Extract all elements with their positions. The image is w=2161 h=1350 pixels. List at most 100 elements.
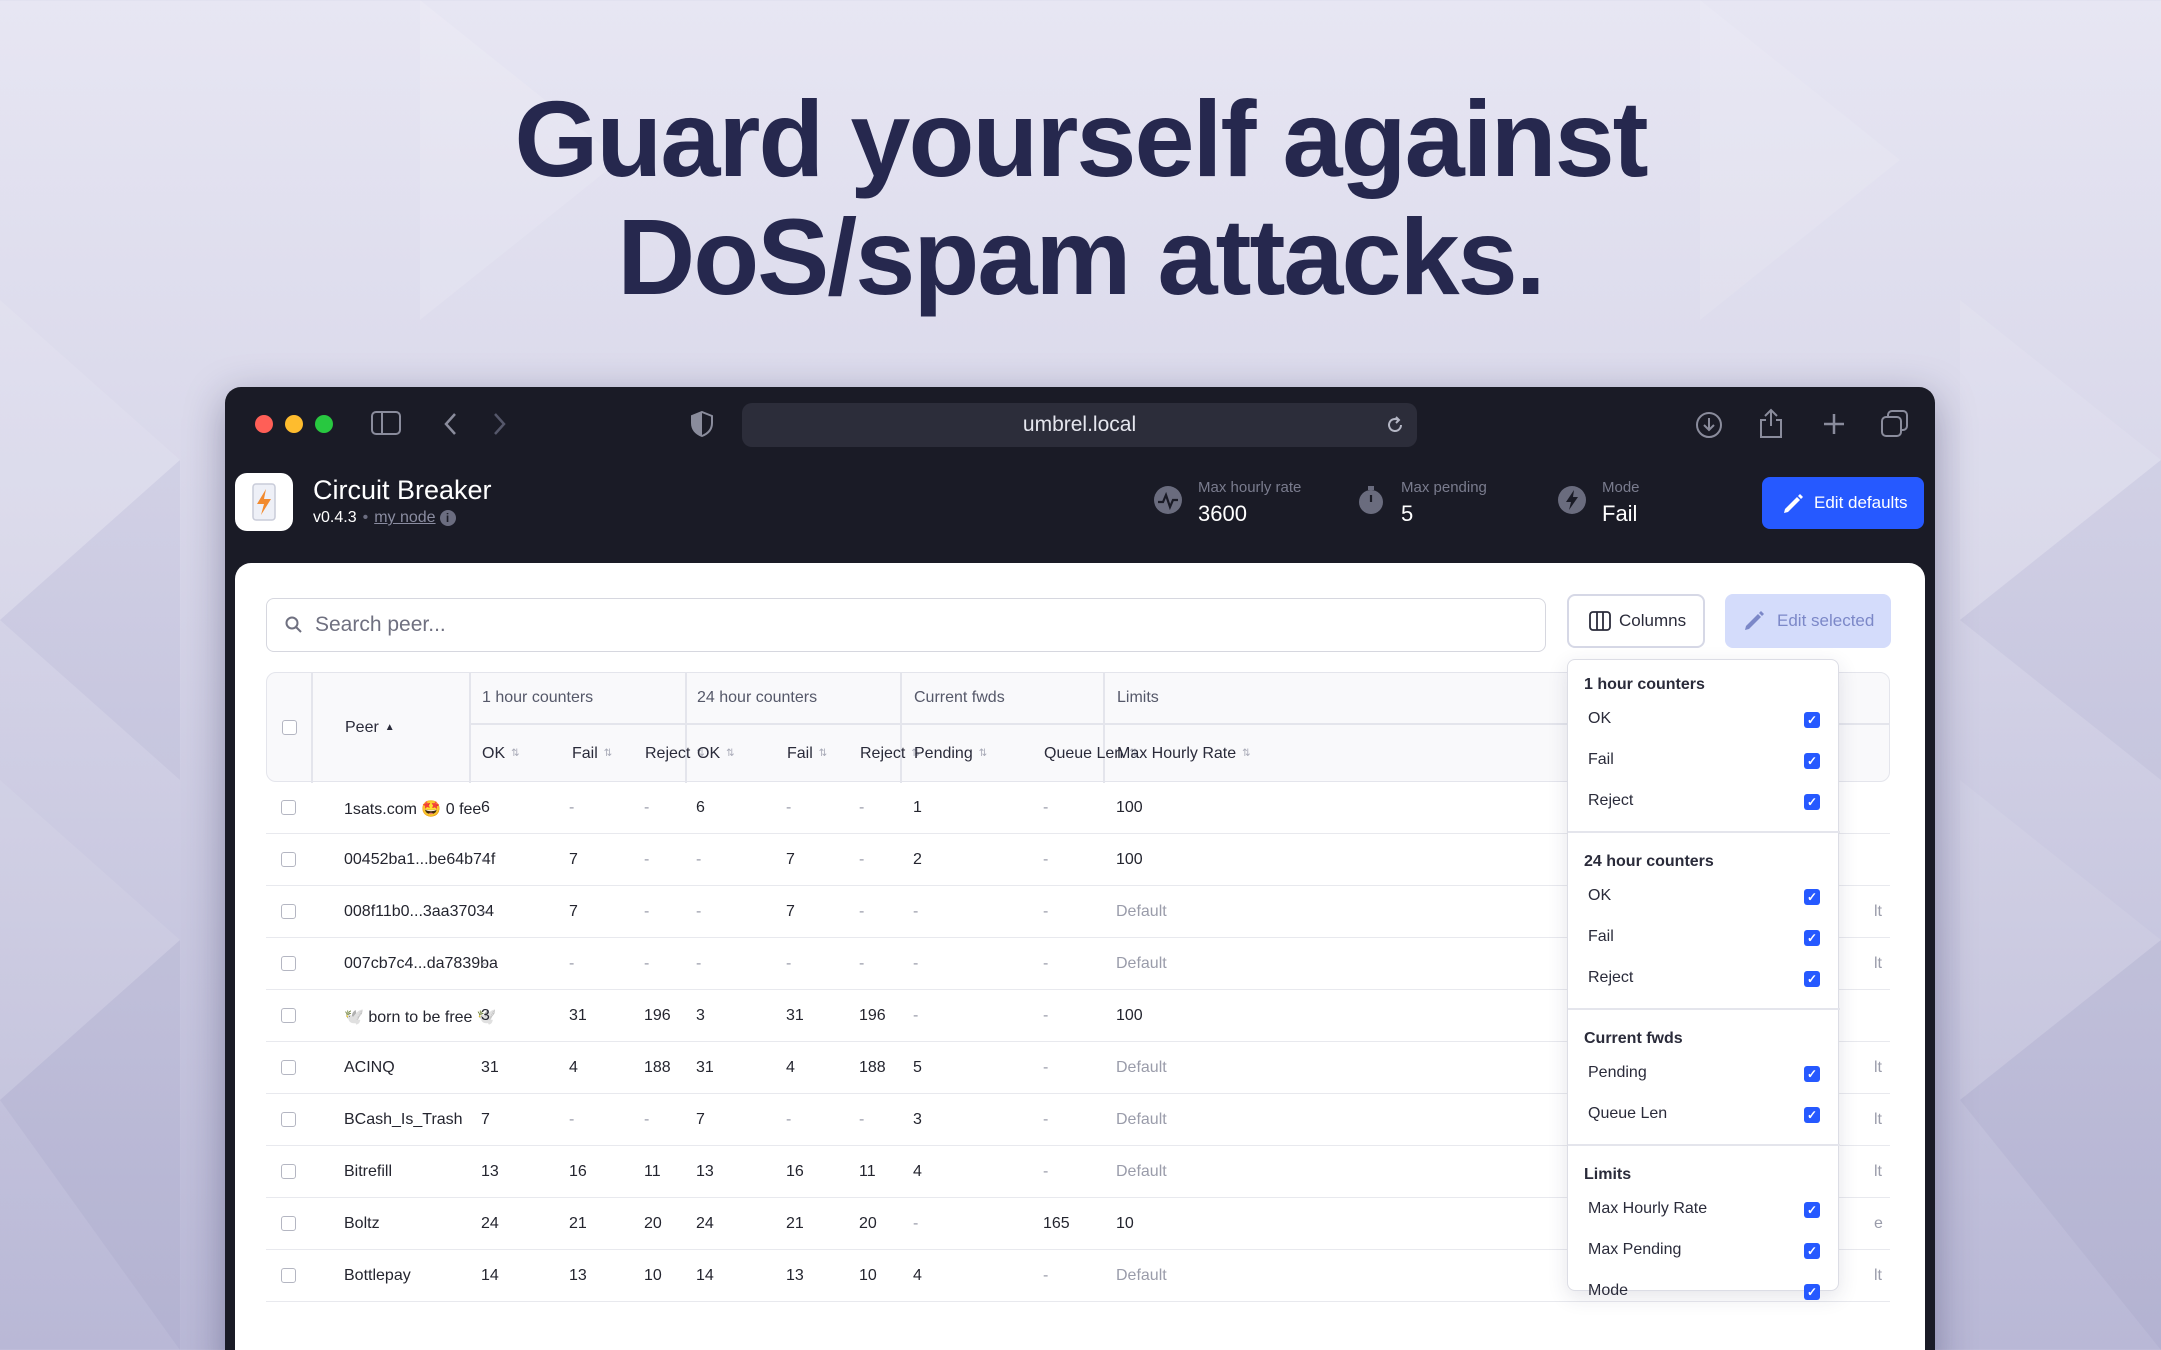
row-checkbox[interactable] — [281, 1216, 296, 1231]
reload-icon[interactable] — [1385, 415, 1405, 435]
checkbox-checked-icon[interactable]: ✓ — [1804, 1107, 1820, 1123]
row-checkbox[interactable] — [281, 1112, 296, 1127]
new-tab-plus-icon[interactable] — [1822, 412, 1846, 436]
edit-defaults-label: Edit defaults — [1814, 493, 1908, 512]
peer-name: 🕊️ born to be free 🕊️ — [344, 1009, 497, 1026]
checkbox-checked-icon[interactable]: ✓ — [1804, 930, 1820, 946]
column-header-24h-ok[interactable]: OK ⇅ — [697, 745, 735, 763]
menu-item-label[interactable]: Fail — [1588, 751, 1614, 769]
stat-value: 5 — [1401, 501, 1414, 526]
close-window-button[interactable] — [255, 415, 273, 433]
search-input[interactable] — [315, 607, 1515, 643]
download-icon[interactable] — [1695, 411, 1723, 439]
table-cell: - — [1043, 1111, 1049, 1128]
clipped-mode-cell: lt — [1874, 1059, 1882, 1076]
column-header-1h-fail[interactable]: Fail ⇅ — [572, 745, 612, 763]
sort-ascending-icon: ▲ — [384, 721, 395, 733]
menu-item-label[interactable]: Pending — [1588, 1064, 1647, 1082]
group-header-limits: Limits — [1117, 689, 1159, 706]
maximize-window-button[interactable] — [315, 415, 333, 433]
tab-overview-icon[interactable] — [1881, 410, 1909, 438]
checkbox-checked-icon[interactable]: ✓ — [1804, 712, 1820, 728]
checkbox-checked-icon[interactable]: ✓ — [1804, 753, 1820, 769]
column-header-1h-ok[interactable]: OK ⇅ — [482, 745, 520, 763]
sidebar-toggle-icon[interactable] — [371, 411, 401, 435]
column-header-pending[interactable]: Pending ⇅ — [914, 745, 987, 763]
info-icon[interactable]: i — [439, 509, 456, 526]
checkbox-checked-icon[interactable]: ✓ — [1804, 794, 1820, 810]
minimize-window-button[interactable] — [285, 415, 303, 433]
table-cell: - — [1043, 1267, 1049, 1284]
table-cell: - — [786, 1111, 792, 1128]
menu-item-label[interactable]: Max Pending — [1588, 1241, 1681, 1259]
table-cell: 24 — [481, 1215, 499, 1232]
table-cell: 31 — [569, 1007, 587, 1024]
app-header: Circuit Breaker v0.4.3 • my node i Max hour… — [225, 463, 1935, 563]
gauge-icon — [1154, 486, 1182, 514]
row-checkbox[interactable] — [281, 1164, 296, 1179]
my-node-link[interactable]: my node — [374, 509, 435, 526]
column-header-24h-reject[interactable]: Reject ⇅ — [860, 745, 920, 763]
table-cell: - — [859, 1111, 865, 1128]
peer-column-header[interactable]: Peer ▲ — [345, 719, 395, 737]
checkbox-checked-icon[interactable]: ✓ — [1804, 971, 1820, 987]
table-cell: 20 — [644, 1215, 662, 1232]
table-cell: - — [569, 799, 575, 816]
menu-divider — [1568, 831, 1840, 833]
checkbox-checked-icon[interactable]: ✓ — [1804, 889, 1820, 905]
table-cell: - — [859, 799, 865, 816]
column-header-max-hourly-rate[interactable]: Max Hourly Rate ⇅ — [1117, 745, 1251, 763]
edit-defaults-button[interactable]: Edit defaults — [1762, 477, 1924, 529]
row-checkbox[interactable] — [281, 800, 296, 815]
menu-item-label[interactable]: OK — [1588, 710, 1611, 728]
column-header-1h-reject[interactable]: Reject ⇅ — [645, 745, 705, 763]
edit-selected-button[interactable]: Edit selected — [1725, 594, 1891, 648]
menu-item-label[interactable]: Mode — [1588, 1282, 1628, 1300]
address-bar[interactable]: umbrel.local — [742, 403, 1417, 447]
table-cell: 11 — [859, 1163, 876, 1180]
pencil-icon — [1745, 611, 1764, 630]
column-header-24h-fail[interactable]: Fail ⇅ — [787, 745, 827, 763]
table-cell: - — [913, 903, 919, 920]
table-cell: 3 — [481, 1007, 490, 1024]
table-cell: 20 — [859, 1215, 877, 1232]
table-cell: - — [913, 955, 919, 972]
checkbox-checked-icon[interactable]: ✓ — [1804, 1202, 1820, 1218]
address-bar-url: umbrel.local — [1022, 413, 1137, 436]
share-icon[interactable] — [1758, 407, 1784, 439]
forward-arrow-icon[interactable] — [491, 412, 507, 436]
sort-icon: ⇅ — [726, 747, 735, 759]
table-cell: 3 — [913, 1111, 922, 1128]
peer-name: Boltz — [344, 1215, 380, 1232]
peer-name: BCash_Is_Trash — [344, 1111, 463, 1128]
table-cell: 14 — [481, 1267, 499, 1284]
row-checkbox[interactable] — [281, 956, 296, 971]
columns-button[interactable]: Columns — [1567, 594, 1705, 648]
table-cell: 11 — [644, 1163, 661, 1180]
menu-item-label[interactable]: Reject — [1588, 969, 1633, 987]
menu-item-label[interactable]: Queue Len — [1588, 1105, 1667, 1123]
menu-item-label[interactable]: Fail — [1588, 928, 1614, 946]
menu-group-title: Current fwds — [1584, 1030, 1683, 1047]
row-checkbox[interactable] — [281, 1008, 296, 1023]
row-checkbox[interactable] — [281, 852, 296, 867]
row-checkbox[interactable] — [281, 1060, 296, 1075]
privacy-shield-icon[interactable] — [691, 411, 713, 437]
checkbox-checked-icon[interactable]: ✓ — [1804, 1066, 1820, 1082]
table-cell: 31 — [481, 1059, 499, 1076]
menu-item-label[interactable]: Max Hourly Rate — [1588, 1200, 1707, 1218]
menu-item-label[interactable]: OK — [1588, 887, 1611, 905]
select-all-checkbox[interactable] — [282, 720, 297, 735]
peer-name: ACINQ — [344, 1059, 395, 1076]
menu-item-label[interactable]: Reject — [1588, 792, 1633, 810]
stat-label: Mode — [1602, 479, 1640, 496]
row-checkbox[interactable] — [281, 904, 296, 919]
checkbox-checked-icon[interactable]: ✓ — [1804, 1284, 1820, 1300]
checkbox-checked-icon[interactable]: ✓ — [1804, 1243, 1820, 1259]
back-arrow-icon[interactable] — [443, 412, 459, 436]
table-cell: - — [1043, 1059, 1049, 1076]
row-checkbox[interactable] — [281, 1268, 296, 1283]
table-cell: 4 — [786, 1059, 795, 1076]
table-cell: - — [644, 1111, 650, 1128]
menu-divider — [1568, 1008, 1840, 1010]
